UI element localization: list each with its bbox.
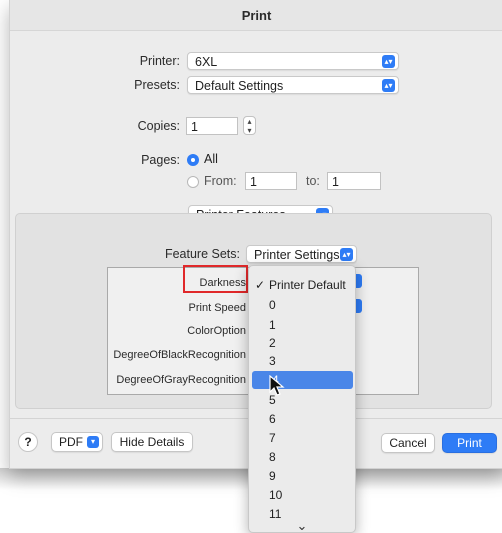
presets-value: Default Settings: [195, 79, 284, 93]
chevron-updown-icon: ▴▾: [340, 248, 353, 261]
window-title: Print: [241, 8, 272, 23]
chevron-down-icon: ▾: [87, 436, 99, 448]
feature-row-label: ColorOption: [187, 325, 246, 337]
copies-label: Copies:: [137, 119, 180, 133]
dropdown-item[interactable]: 3: [249, 352, 355, 370]
dropdown-item[interactable]: 5: [249, 391, 355, 409]
feature-row-label: Print Speed: [188, 302, 246, 314]
presets-popup[interactable]: Default Settings ▴▾: [187, 76, 399, 94]
copies-field[interactable]: 1: [186, 117, 238, 135]
dropdown-item[interactable]: 9: [249, 467, 355, 485]
scroll-down-chevron-icon[interactable]: ⌄: [249, 519, 355, 532]
annotation-highlight-box: [183, 265, 248, 293]
pages-from-field[interactable]: 1: [245, 172, 297, 190]
pdf-menu-button[interactable]: PDF ▾: [51, 432, 103, 452]
help-button[interactable]: ?: [18, 432, 38, 452]
pages-to-label: to:: [306, 174, 320, 188]
cancel-button[interactable]: Cancel: [381, 433, 435, 453]
pages-all-radio[interactable]: [187, 154, 199, 166]
dropdown-item[interactable]: 0: [249, 296, 355, 314]
feature-row-label: DegreeOfBlackRecognition: [113, 349, 246, 361]
copies-stepper[interactable]: ▴ ▾: [243, 116, 256, 135]
chevron-updown-icon: ▴▾: [382, 79, 395, 92]
pages-to-field[interactable]: 1: [327, 172, 381, 190]
chevron-updown-icon: ▴▾: [382, 55, 395, 68]
dropdown-item[interactable]: 8: [249, 448, 355, 466]
pages-from-radio[interactable]: [187, 176, 199, 188]
printer-label: Printer:: [139, 54, 180, 68]
pages-all-label: All: [204, 152, 218, 166]
title-bar: Print: [10, 0, 502, 31]
checkmark-icon: ✓: [255, 278, 266, 292]
dropdown-item[interactable]: 7: [249, 429, 355, 447]
dropdown-item[interactable]: 1: [249, 316, 355, 334]
pages-from-label: From:: [204, 174, 237, 188]
darkness-dropdown-menu: ✓ Printer Default 0 1 2 3 4 5 6 7 8 9 10…: [248, 265, 356, 533]
pdf-label: PDF: [59, 435, 83, 449]
printer-popup[interactable]: 6XL ▴▾: [187, 52, 399, 70]
dropdown-item[interactable]: 6: [249, 410, 355, 428]
presets-label: Presets:: [134, 78, 180, 92]
feature-row-label: DegreeOfGrayRecognition: [116, 374, 246, 386]
mouse-cursor-icon: [269, 375, 285, 396]
dropdown-item-printer-default[interactable]: ✓ Printer Default: [249, 276, 355, 294]
print-button[interactable]: Print: [442, 433, 497, 453]
printer-value: 6XL: [195, 55, 218, 69]
feature-sets-label: Feature Sets:: [164, 247, 240, 261]
dropdown-item[interactable]: 10: [249, 486, 355, 504]
hide-details-button[interactable]: Hide Details: [111, 432, 193, 452]
dropdown-item[interactable]: 2: [249, 334, 355, 352]
feature-sets-value: Printer Settings: [254, 248, 340, 262]
dropdown-item-highlighted[interactable]: 4: [252, 371, 353, 389]
pages-label: Pages:: [141, 153, 180, 167]
feature-sets-popup[interactable]: Printer Settings ▴▾: [246, 245, 357, 263]
